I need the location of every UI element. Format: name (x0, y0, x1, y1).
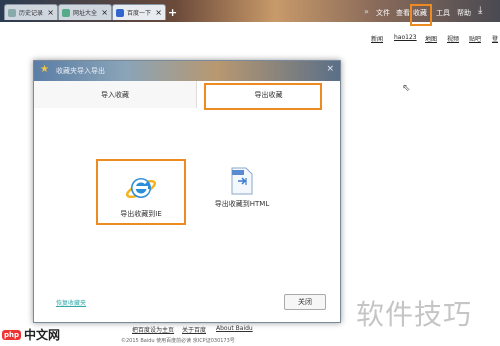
export-tab-highlight (204, 83, 322, 110)
watermark-logo: php 中文网 (2, 326, 60, 343)
browser-tab-active[interactable]: 百度一下 × (112, 4, 166, 20)
tab-import[interactable]: 导入收藏 (34, 81, 197, 108)
footer-link-about[interactable]: 关于百度 (182, 325, 206, 334)
favorites-highlight (410, 4, 432, 26)
new-tab-button[interactable]: + (168, 6, 177, 19)
tab-close-icon[interactable]: × (101, 8, 108, 17)
chevron-right-icon[interactable]: » (364, 7, 369, 16)
watermark-logo-text: 中文网 (24, 328, 61, 342)
footer-link-about-en[interactable]: About Baidu (216, 325, 253, 332)
top-link-news[interactable]: 新闻 (371, 34, 383, 43)
export-to-html-label: 导出收藏到HTML (214, 200, 270, 208)
top-link-hao123[interactable]: hao123 (394, 34, 417, 41)
dialog-title: 收藏夹导入导出 (56, 67, 105, 75)
menu-tools[interactable]: 工具 (436, 8, 450, 18)
star-icon: ★ (40, 64, 49, 75)
tab-favicon-icon (8, 8, 16, 17)
mouse-cursor-icon: ⇖ (402, 83, 411, 94)
favorites-dialog: ★ 收藏夹导入导出 × 导入收藏 导出收藏 导出收藏到IE 导出收藏到HTML … (33, 60, 341, 323)
tab-favicon-icon (62, 8, 70, 17)
ie-icon (125, 178, 157, 199)
restore-favorites-link[interactable]: 恢复收藏夹 (56, 298, 86, 307)
close-icon[interactable]: × (326, 64, 334, 74)
top-link-login[interactable]: 登 (492, 34, 498, 43)
footer-link-sethome[interactable]: 把百度设为主页 (132, 325, 174, 334)
dialog-titlebar[interactable]: ★ 收藏夹导入导出 × (34, 61, 340, 81)
export-to-ie-label: 导出收藏到IE (120, 210, 162, 218)
tab-close-icon[interactable]: × (47, 8, 54, 17)
export-to-html-option[interactable]: 导出收藏到HTML (202, 167, 282, 209)
top-link-tieba[interactable]: 贴吧 (469, 34, 481, 43)
download-icon[interactable]: ⤓ (478, 5, 482, 16)
close-button[interactable]: 关闭 (284, 294, 326, 310)
html-file-icon (231, 167, 253, 195)
tab-label: 百度一下 (127, 10, 152, 17)
tab-label: 历史记录 (19, 10, 44, 17)
browser-tab[interactable]: 历史记录 × (4, 4, 58, 20)
copyright-text: ©2015 Baidu 使用百度前必读 京ICP证030173号 (121, 338, 235, 344)
export-to-ie-option[interactable]: 导出收藏到IE (96, 159, 186, 225)
tab-favicon-icon (116, 8, 124, 17)
top-link-map[interactable]: 地图 (425, 34, 437, 43)
menu-view[interactable]: 查看 (396, 8, 410, 18)
tab-close-icon[interactable]: × (155, 8, 162, 17)
menu-file[interactable]: 文件 (376, 8, 390, 18)
top-link-video[interactable]: 视频 (447, 34, 459, 43)
tab-label: 网址大全 (73, 10, 98, 17)
browser-tab[interactable]: 网址大全 × (58, 4, 112, 20)
watermark-text: 软件技巧 (356, 298, 473, 331)
menu-help[interactable]: 帮助 (457, 8, 471, 18)
php-logo-icon: php (2, 329, 22, 340)
